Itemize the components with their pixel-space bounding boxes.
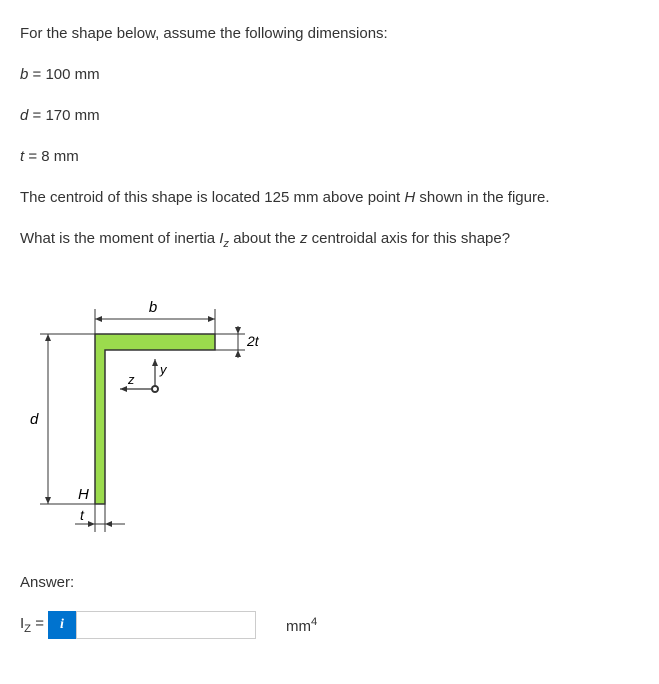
label-H: H: [78, 486, 89, 503]
label-t: t: [80, 507, 85, 523]
info-icon[interactable]: i: [48, 611, 76, 639]
label-2t: 2t: [246, 333, 260, 349]
answer-section-label: Answer:: [20, 574, 639, 591]
unit-label: mm4: [286, 616, 317, 635]
label-d: d: [30, 411, 39, 428]
dimension-d: d = 170 mm: [20, 102, 639, 129]
label-b: b: [149, 299, 157, 316]
centroid-statement: The centroid of this shape is located 12…: [20, 184, 639, 211]
label-z: z: [127, 372, 135, 387]
dimension-b: b = 100 mm: [20, 61, 639, 88]
question-text: What is the moment of inertia Iz about t…: [20, 225, 639, 254]
dimension-t: t = 8 mm: [20, 143, 639, 170]
iz-answer-input[interactable]: [76, 611, 256, 639]
problem-intro: For the shape below, assume the followin…: [20, 20, 639, 47]
shape-figure: b 2t d t H z y: [20, 284, 280, 554]
iz-label: IZ =: [20, 615, 44, 635]
label-y: y: [159, 362, 168, 377]
